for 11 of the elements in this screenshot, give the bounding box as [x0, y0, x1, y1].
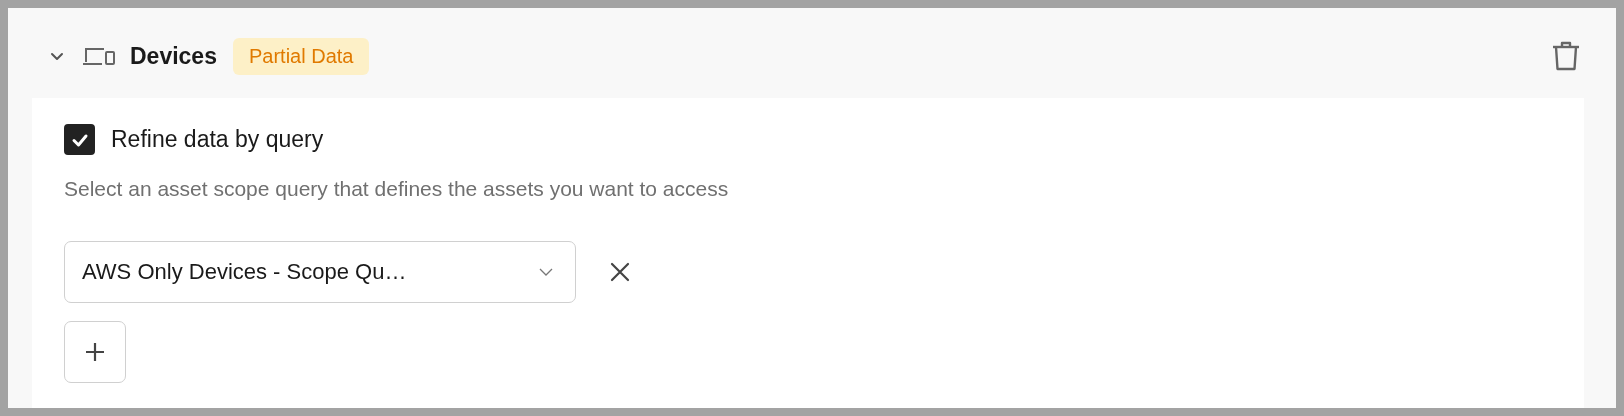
description-text: Select an asset scope query that defines the assets you want to access	[64, 177, 730, 201]
status-badge: Partial Data	[232, 37, 370, 75]
caret-icon	[539, 268, 553, 276]
checkbox-label: Refine data by query	[111, 126, 324, 153]
checkbox[interactable]	[64, 124, 95, 155]
close-icon[interactable]	[610, 262, 630, 282]
section-title: Devices	[130, 42, 217, 70]
plus-icon	[84, 341, 106, 363]
devices-icon	[82, 46, 116, 66]
query-select[interactable]: AWS Only Devices - Scope Qu…	[64, 241, 576, 303]
trash-icon[interactable]	[1552, 41, 1580, 71]
